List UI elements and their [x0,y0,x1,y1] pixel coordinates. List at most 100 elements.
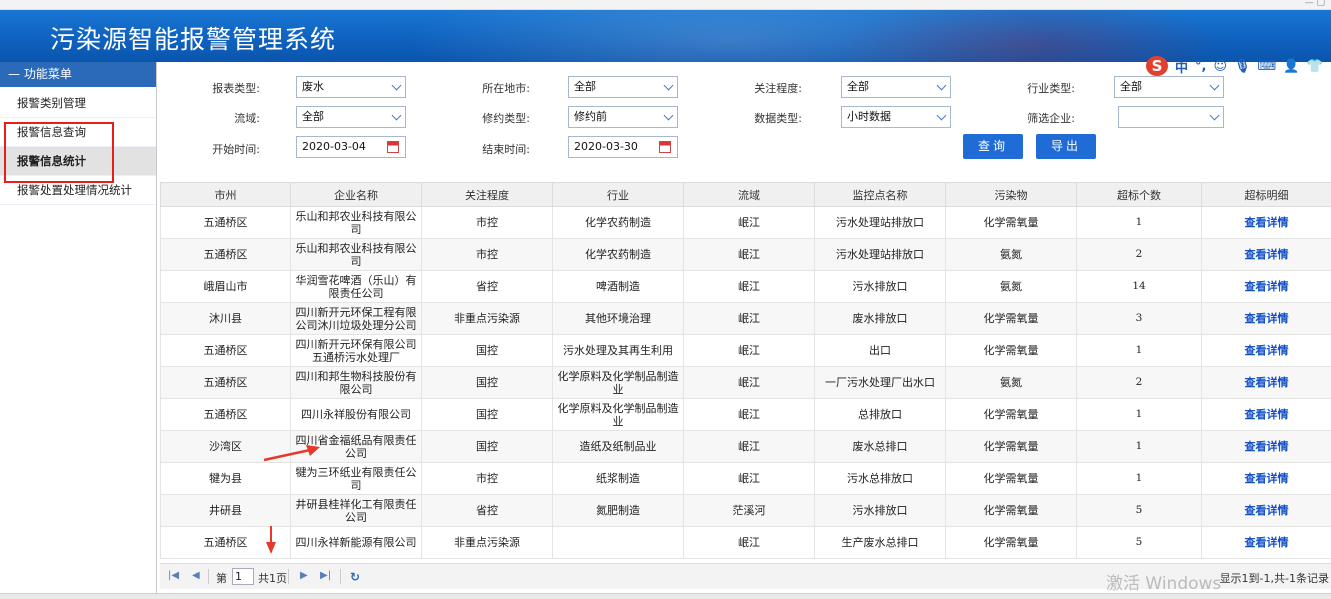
cell-focus: 市控 [421,206,553,239]
cell-company: 四川永祥新能源有限公司 [290,526,422,559]
cell-monitor-point: 污水处理站排放口 [814,238,946,271]
cell-basin: 岷江 [683,366,815,399]
view-detail-link[interactable]: 查看详情 [1201,206,1331,239]
region-select[interactable]: 全部 [568,76,678,98]
cell-company: 乐山和邦农业科技有限公司 [290,238,422,271]
col-header-detail[interactable]: 超标明细 [1201,182,1331,207]
focus-level-value: 全部 [847,80,869,93]
sidebar-item-alarm-stats[interactable]: 报警信息统计 [0,147,156,176]
last-page-icon[interactable]: ▶| [320,570,331,581]
cell-focus: 市控 [421,462,553,495]
cell-basin: 岷江 [683,206,815,239]
cell-company: 四川永祥股份有限公司 [290,398,422,431]
cell-focus: 国控 [421,334,553,367]
start-time-label: 开始时间: [212,143,260,156]
sidebar-heading[interactable]: — 功能菜单 [0,62,156,87]
sidebar-item-disposal-stats[interactable]: 报警处置处理情况统计 [0,176,156,205]
window-title-bar: — ▢ [0,0,1331,10]
cell-industry: 纸浆制造 [552,462,684,495]
cell-company: 四川省金福纸品有限责任公司 [290,430,422,463]
sidebar: — 功能菜单 报警类别管理 报警信息查询 报警信息统计 报警处置处理情况统计 [0,62,157,593]
cell-pollutant: 化学需氧量 [945,334,1077,367]
record-summary: 显示1到-1,共-1条记录 [1219,572,1329,585]
cell-focus: 省控 [421,270,553,303]
cell-basin: 岷江 [683,270,815,303]
col-header-industry[interactable]: 行业 [552,182,684,207]
col-header-focus[interactable]: 关注程度 [421,182,553,207]
cell-industry: 污水处理及其再生利用 [552,334,684,367]
company-filter-select[interactable] [1118,106,1224,128]
cell-city: 沙湾区 [160,430,291,463]
view-detail-link[interactable]: 查看详情 [1201,494,1331,527]
focus-level-select[interactable]: 全部 [841,76,951,98]
alarm-type-value: 废水 [302,80,324,93]
window-controls[interactable]: — ▢ [1305,0,1325,8]
basin-select[interactable]: 全部 [296,106,406,128]
sidebar-item-alarm-category[interactable]: 报警类别管理 [0,89,156,118]
view-detail-link[interactable]: 查看详情 [1201,462,1331,495]
col-header-pollutant[interactable]: 污染物 [945,182,1077,207]
banner-decoration-red [820,10,1240,62]
cell-monitor-point: 污水总排放口 [814,462,946,495]
cell-city: 沐川县 [160,302,291,335]
data-type-select[interactable]: 小时数据 [841,106,951,128]
view-detail-link[interactable]: 查看详情 [1201,526,1331,559]
table-row: 犍为县 犍为三环纸业有限责任公司 市控 纸浆制造 岷江 污水总排放口 化学需氧量 1 查看详情 [160,462,1331,495]
cell-exceed-count: 5 [1076,526,1202,559]
start-time-value: 2020-03-04 [302,140,366,153]
first-page-icon[interactable]: |◀ [168,570,179,581]
cell-exceed-count: 1 [1076,206,1202,239]
view-detail-link[interactable]: 查看详情 [1201,430,1331,463]
cell-exceed-count: 14 [1076,270,1202,303]
revision-select[interactable]: 修约前 [568,106,678,128]
pager-divider [208,569,209,584]
cell-monitor-point: 废水排放口 [814,302,946,335]
cell-basin: 岷江 [683,398,815,431]
page-total: 共1页 [258,572,287,585]
revision-value: 修约前 [574,110,607,123]
col-header-company[interactable]: 企业名称 [290,182,422,207]
col-header-basin[interactable]: 流域 [683,182,815,207]
sidebar-item-alarm-query[interactable]: 报警信息查询 [0,118,156,147]
table-row: 五通桥区 四川永祥新能源有限公司 非重点污染源 岷江 生产废水总排口 化学需氧量 5 查看详情 [160,526,1331,559]
refresh-icon[interactable]: ↻ [350,570,360,584]
alarm-type-select[interactable]: 废水 [296,76,406,98]
cell-monitor-point: 污水排放口 [814,494,946,527]
cell-company: 华润雪花啤酒（乐山）有限责任公司 [290,270,422,303]
col-header-exceed-count[interactable]: 超标个数 [1076,182,1202,207]
view-detail-link[interactable]: 查看详情 [1201,270,1331,303]
chevron-down-icon [391,80,402,91]
cell-company: 乐山和邦农业科技有限公司 [290,206,422,239]
view-detail-link[interactable]: 查看详情 [1201,238,1331,271]
table-row: 五通桥区 四川和邦生物科技股份有限公司 国控 化学原料及化学制品制造业 岷江 一厂污水处理… [160,366,1331,399]
cell-pollutant: 化学需氧量 [945,462,1077,495]
cell-pollutant: 化学需氧量 [945,398,1077,431]
cell-monitor-point: 生产废水总排口 [814,526,946,559]
cell-company: 井研县桂祥化工有限责任公司 [290,494,422,527]
col-header-city[interactable]: 市州 [160,182,291,207]
cell-monitor-point: 污水排放口 [814,270,946,303]
col-header-monitor-point[interactable]: 监控点名称 [814,182,946,207]
industry-select[interactable]: 全部 [1114,76,1224,98]
cell-exceed-count: 2 [1076,366,1202,399]
chevron-down-icon [1209,80,1220,91]
view-detail-link[interactable]: 查看详情 [1201,366,1331,399]
cell-monitor-point: 出口 [814,334,946,367]
query-button[interactable]: 查询 [963,134,1023,159]
table-header-row: 市州 企业名称 关注程度 行业 流域 监控点名称 污染物 超标个数 超标明细 [160,182,1331,207]
view-detail-link[interactable]: 查看详情 [1201,302,1331,335]
view-detail-link[interactable]: 查看详情 [1201,398,1331,431]
cell-basin: 茫溪河 [683,494,815,527]
end-time-input[interactable]: 2020-03-30 [568,136,678,158]
cell-city: 五通桥区 [160,526,291,559]
start-time-input[interactable]: 2020-03-04 [296,136,406,158]
calendar-icon[interactable] [659,141,671,153]
calendar-icon[interactable] [387,141,399,153]
next-page-icon[interactable]: ▶ [300,570,308,581]
basin-label: 流域: [234,112,260,125]
cell-basin: 岷江 [683,334,815,367]
view-detail-link[interactable]: 查看详情 [1201,334,1331,367]
prev-page-icon[interactable]: ◀ [192,570,200,581]
export-button[interactable]: 导出 [1036,134,1096,159]
page-number-input[interactable]: 1 [232,568,254,585]
